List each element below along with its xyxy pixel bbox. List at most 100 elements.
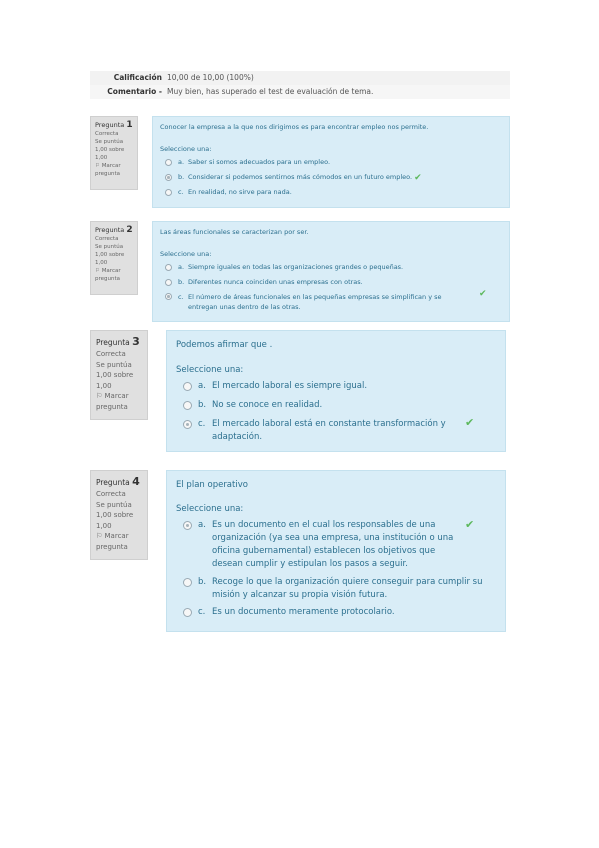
question-info: Pregunta 1 Correcta Se puntúa 1,00 sobre… [90,116,138,190]
answer-option-a[interactable]: a. El mercado laboral es siempre igual. [183,380,453,393]
question-4: Pregunta 4 Correcta Se puntúa 1,00 sobre… [90,470,506,632]
question-number: 4 [132,475,140,488]
question-number: 3 [132,335,140,348]
flag-icon: ⚐ [96,532,103,540]
radio-icon[interactable] [165,293,172,300]
radio-icon[interactable] [165,264,172,271]
flag-icon: ⚐ [95,163,100,169]
answer-letter: b. [198,400,207,410]
answer-option-a[interactable]: a. Siempre iguales en todas las organiza… [165,263,485,271]
question-grade: Se puntúa 1,00 sobre 1,00 [95,244,125,266]
select-prompt: Seleccione una: [176,504,244,514]
question-info: Pregunta 4 Correcta Se puntúa 1,00 sobre… [90,470,148,560]
radio-icon[interactable] [183,382,192,391]
answer-option-a[interactable]: a. Es un documento en el cual los respon… [183,519,458,571]
answer-letter: c. [198,607,206,617]
question-prefix: Pregunta [95,121,125,129]
flag-question-link[interactable]: ⚐ Marcar pregunta [96,391,142,412]
question-prefix: Pregunta [95,226,125,234]
question-number: 2 [126,225,133,235]
flag-icon: ⚐ [96,392,103,400]
flag-question-link[interactable]: ⚐ Marcar pregunta [96,531,142,552]
question-prefix: Pregunta [96,478,130,487]
answer-option-c[interactable]: c. Es un documento meramente protocolari… [183,606,493,619]
radio-icon[interactable] [165,159,172,166]
question-info: Pregunta 2 Correcta Se puntúa 1,00 sobre… [90,221,138,295]
answer-letter: c. [178,188,184,196]
question-title: Pregunta 1 [95,121,133,130]
answer-text: En realidad, no sirve para nada. [188,188,292,196]
answer-option-a[interactable]: a. Saber si somos adecuados para un empl… [165,158,495,166]
question-title: Pregunta 2 [95,226,133,235]
answer-text: El mercado laboral está en constante tra… [212,419,446,442]
radio-icon[interactable] [183,608,192,617]
question-1: Pregunta 1 Correcta Se puntúa 1,00 sobre… [90,116,510,208]
question-text: Conocer la empresa a la que nos dirigimo… [160,123,429,131]
answer-letter: c. [198,419,206,429]
question-state: Correcta [96,350,126,358]
answer-text: Es un documento en el cual los responsab… [212,520,454,569]
answer-option-b[interactable]: b. Diferentes nunca coinciden unas empre… [165,278,485,286]
question-content: Podemos afirmar que . Seleccione una: a.… [166,330,506,452]
radio-icon[interactable] [165,279,172,286]
question-state: Correcta [96,490,126,498]
question-grade: Se puntúa 1,00 sobre 1,00 [95,139,125,161]
question-prefix: Pregunta [96,338,130,347]
answer-text: Saber si somos adecuados para un empleo. [188,158,331,166]
question-title: Pregunta 3 [96,336,142,349]
flag-question-link[interactable]: ⚐ Marcar pregunta [95,267,133,283]
question-text: Podemos afirmar que . [176,340,273,350]
answer-text: Siempre iguales en todas las organizacio… [188,263,404,271]
question-title: Pregunta 4 [96,476,142,489]
answer-option-c[interactable]: c. En realidad, no sirve para nada. [165,188,495,196]
question-content: Las áreas funcionales se caracterizan po… [152,221,510,322]
answer-letter: c. [178,293,184,301]
answer-letter: a. [178,158,185,166]
flag-icon: ⚐ [95,268,100,274]
radio-icon[interactable] [165,174,172,181]
answer-text: El mercado laboral es siempre igual. [212,381,368,391]
grade-label: Calificación [113,73,162,82]
answer-text: Considerar si podemos sentirnos más cómo… [188,173,413,181]
select-prompt: Seleccione una: [160,145,212,153]
check-icon: ✔ [465,416,475,429]
flag-question-link[interactable]: ⚐ Marcar pregunta [95,162,133,178]
grade-row: Calificación 10,00 de 10,00 (100%) [90,71,510,85]
question-state: Correcta [95,131,119,137]
answer-text: Diferentes nunca coinciden unas empresas… [188,278,363,286]
question-text: El plan operativo [176,480,248,490]
answer-letter: b. [198,577,207,587]
answer-text: No se conoce en realidad. [212,400,323,410]
answer-text: El número de áreas funcionales en las pe… [188,293,442,311]
grade-value: 10,00 de 10,00 (100%) [167,73,254,82]
radio-icon[interactable] [183,401,192,410]
answer-option-b[interactable]: b. Considerar si podemos sentirnos más c… [165,173,495,183]
question-info: Pregunta 3 Correcta Se puntúa 1,00 sobre… [90,330,148,420]
question-3: Pregunta 3 Correcta Se puntúa 1,00 sobre… [90,330,506,452]
answer-letter: b. [178,278,185,286]
answer-text: Recoge lo que la organización quiere con… [212,577,483,600]
answer-letter: a. [178,263,185,271]
check-icon: ✔ [465,518,475,531]
answer-letter: a. [198,520,206,530]
comment-value: Muy bien, has superado el test de evalua… [167,87,374,96]
question-text: Las áreas funcionales se caracterizan po… [160,228,309,236]
answer-option-b[interactable]: b. Recoge lo que la organización quiere … [183,576,493,602]
question-content: Conocer la empresa a la que nos dirigimo… [152,116,510,208]
comment-row: Comentario - Muy bien, has superado el t… [90,85,510,99]
radio-icon[interactable] [183,521,192,530]
radio-icon[interactable] [183,578,192,587]
check-icon: ✔ [479,289,487,299]
answer-option-b[interactable]: b. No se conoce en realidad. [183,399,453,412]
select-prompt: Seleccione una: [176,365,244,375]
comment-label: Comentario - [107,87,162,96]
question-2: Pregunta 2 Correcta Se puntúa 1,00 sobre… [90,221,510,322]
radio-icon[interactable] [165,189,172,196]
answer-letter: b. [178,173,185,181]
radio-icon[interactable] [183,420,192,429]
question-state: Correcta [95,236,119,242]
question-grade: Se puntúa 1,00 sobre 1,00 [96,360,134,390]
answer-option-c[interactable]: c. El número de áreas funcionales en las… [165,292,465,312]
answer-option-c[interactable]: c. El mercado laboral está en constante … [183,418,453,444]
answer-letter: a. [198,381,206,391]
